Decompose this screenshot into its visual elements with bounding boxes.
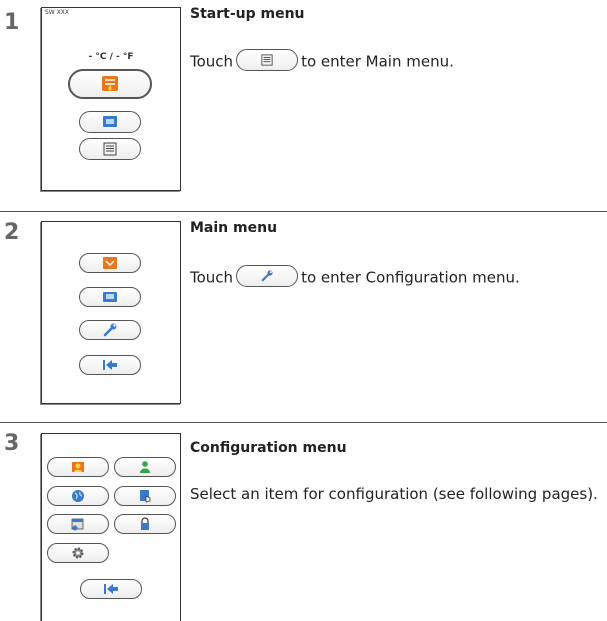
exit-button[interactable] bbox=[79, 355, 141, 375]
display-icon bbox=[102, 115, 118, 129]
configuration-screen bbox=[41, 433, 181, 621]
exit-button[interactable] bbox=[80, 579, 142, 599]
touch-screen-icon bbox=[138, 489, 152, 503]
section-heading: Main menu bbox=[190, 220, 278, 236]
instruction-text: Select an item for configuration (see fo… bbox=[190, 485, 598, 503]
software-version: SW XXX bbox=[45, 9, 69, 16]
lock-button[interactable] bbox=[114, 514, 176, 534]
menu-list-icon bbox=[261, 54, 273, 66]
date-time-button[interactable] bbox=[47, 514, 109, 534]
display-button[interactable] bbox=[79, 287, 141, 307]
wrench-icon bbox=[261, 270, 273, 282]
globe-icon bbox=[71, 489, 85, 503]
main-menu-screen bbox=[41, 221, 181, 404]
heater-icon bbox=[99, 73, 121, 95]
network-button[interactable] bbox=[47, 486, 109, 506]
touch-screen-button[interactable] bbox=[114, 486, 176, 506]
gear-icon bbox=[71, 546, 85, 560]
exit-icon bbox=[101, 359, 119, 371]
heater-button[interactable] bbox=[68, 69, 152, 99]
calendar-icon bbox=[71, 517, 85, 531]
heater-button[interactable] bbox=[79, 253, 141, 273]
temperature-readout: - °C / - °F bbox=[88, 52, 134, 62]
instruction-text: Touch to enter Configuration menu. bbox=[190, 265, 520, 289]
section-divider bbox=[0, 422, 607, 423]
user-settings-button[interactable] bbox=[47, 457, 109, 477]
general-settings-button[interactable] bbox=[47, 543, 109, 563]
inline-configuration-button-icon bbox=[236, 265, 299, 287]
section-heading: Start-up menu bbox=[190, 6, 305, 22]
display-icon bbox=[102, 291, 118, 303]
section-heading: Configuration menu bbox=[190, 440, 347, 456]
user-icon bbox=[71, 460, 85, 474]
menu-list-icon bbox=[103, 142, 117, 156]
inline-menu-button-icon bbox=[236, 49, 299, 71]
lock-icon bbox=[138, 517, 152, 531]
step-number: 3 bbox=[4, 431, 20, 456]
section-divider bbox=[0, 211, 607, 212]
display-button[interactable] bbox=[79, 111, 141, 133]
instruction-text: Touch to enter Main menu. bbox=[190, 49, 454, 73]
configuration-button[interactable] bbox=[79, 320, 141, 340]
person-settings-button[interactable] bbox=[114, 457, 176, 477]
person-icon bbox=[138, 460, 152, 474]
step-number: 1 bbox=[4, 10, 20, 35]
exit-icon bbox=[102, 583, 120, 595]
startup-screen: SW XXX - °C / - °F bbox=[41, 7, 181, 191]
step-number: 2 bbox=[4, 220, 20, 245]
wrench-icon bbox=[102, 323, 118, 337]
main-menu-button[interactable] bbox=[79, 138, 141, 160]
heater-icon bbox=[102, 256, 118, 270]
